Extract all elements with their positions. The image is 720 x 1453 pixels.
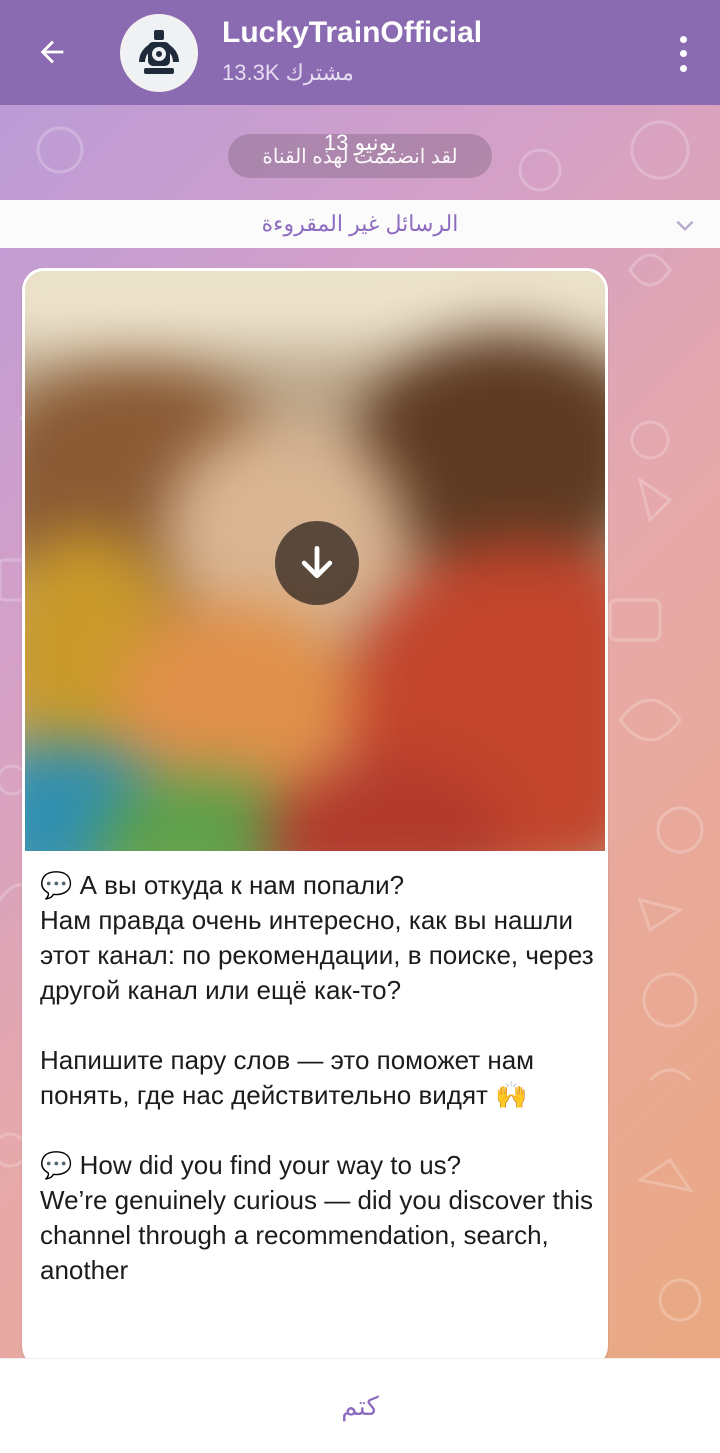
unread-label: الرسائل غير المقروءة xyxy=(261,211,459,236)
channel-title[interactable]: LuckyTrainOfficial xyxy=(222,16,482,50)
download-button[interactable] xyxy=(275,521,359,605)
more-vertical-icon xyxy=(679,35,687,43)
mute-button[interactable]: كتم xyxy=(341,1391,379,1422)
message-bubble[interactable]: 💬 А вы откуда к нам попали? Нам правда о… xyxy=(22,268,608,1368)
blurred-media-preview[interactable] xyxy=(25,271,605,851)
back-button[interactable] xyxy=(22,22,82,82)
message-text: 💬 А вы откуда к нам попали? Нам правда о… xyxy=(40,868,600,1288)
message-paragraph-ru-2: Напишите пару слов — это поможет нам пон… xyxy=(40,1045,542,1110)
chat-header: LuckyTrainOfficial 13.3K مشترك xyxy=(0,0,720,105)
train-logo-icon xyxy=(125,19,193,87)
more-menu-button[interactable] xyxy=(668,32,698,76)
mute-bar[interactable]: كتم xyxy=(0,1358,720,1453)
subscriber-count: 13.3K مشترك xyxy=(222,60,354,85)
download-arrow-icon xyxy=(301,545,333,579)
unread-messages-divider: الرسائل غير المقروءة xyxy=(0,200,720,248)
channel-avatar[interactable] xyxy=(120,14,198,92)
date-label: 13 يونيو xyxy=(323,130,397,155)
message-paragraph-ru-1: 💬 А вы откуда к нам попали? Нам правда о… xyxy=(40,870,594,1005)
chevron-down-icon[interactable] xyxy=(672,212,698,238)
arrow-left-icon xyxy=(40,40,64,64)
date-service-pill: لقد انضممت لهذه القناة 13 يونيو xyxy=(228,130,492,178)
message-paragraph-en-1: 💬 How did you find your way to us? We’re… xyxy=(40,1150,594,1285)
